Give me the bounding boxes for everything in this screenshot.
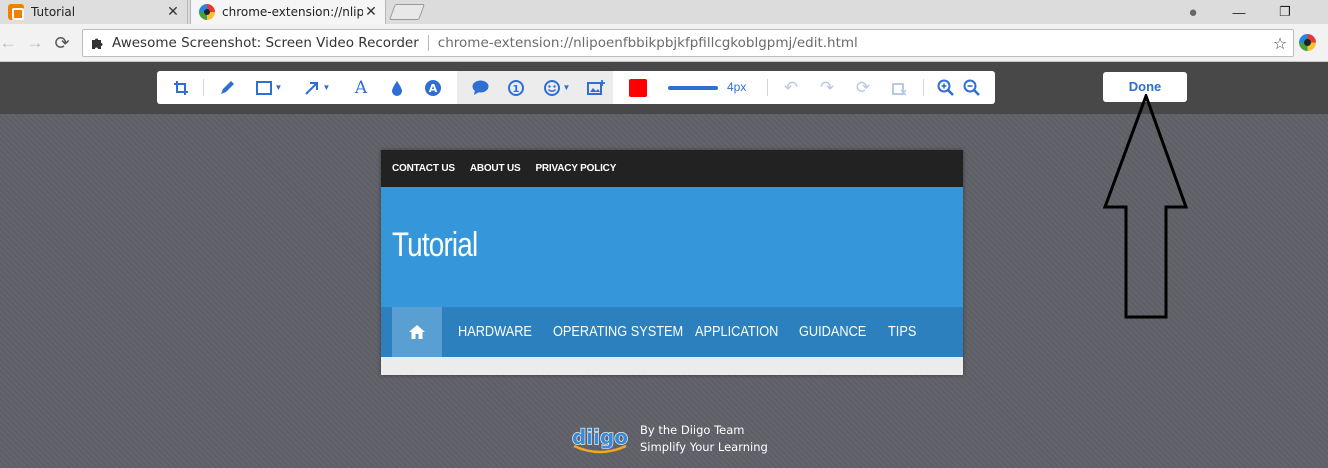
menu-item-tips: TIPS <box>888 323 917 340</box>
text-icon[interactable]: A <box>349 71 373 104</box>
awesome-screenshot-extension-icon[interactable] <box>1299 34 1316 51</box>
blog-header: Tutorial <box>381 187 963 307</box>
annotation-toolbar: ▼ ▼ A A 1 ▼ 4px ↶ ↷ ⟳ <box>157 71 995 104</box>
address-bar[interactable]: Awesome Screenshot: Screen Video Recorde… <box>82 29 1294 57</box>
tab-title: chrome-extension://nlipoenfbbikpbjkfpfil… <box>222 5 363 19</box>
url-text[interactable]: chrome-extension://nlipoenfbbikpbjkfpfil… <box>438 35 1269 51</box>
menu-item-operating-system: OPERATING SYSTEM <box>553 323 684 340</box>
arrow-icon[interactable]: ▼ <box>299 71 335 104</box>
line-width-slider[interactable] <box>668 86 718 90</box>
close-icon[interactable]: ✕ <box>363 4 379 20</box>
svg-text:diigo: diigo <box>572 425 628 449</box>
divider <box>767 79 768 96</box>
profile-icon[interactable]: ● <box>1170 0 1216 24</box>
line-width-label: 4px <box>727 80 747 94</box>
new-tab-button[interactable] <box>389 4 425 20</box>
svg-text:A: A <box>429 82 438 95</box>
home-icon <box>392 307 442 357</box>
divider <box>203 79 204 96</box>
zoom-in-icon[interactable] <box>933 71 957 104</box>
svg-text:1: 1 <box>513 84 520 95</box>
top-link-about: ABOUT US <box>469 163 521 174</box>
speech-bubble-icon[interactable] <box>467 71 493 104</box>
tab-tutorial[interactable]: Tutorial ✕ <box>0 0 188 24</box>
clear-icon[interactable] <box>887 71 911 104</box>
diigo-logo: diigo <box>572 424 628 454</box>
redo-icon[interactable]: ↷ <box>815 71 839 104</box>
emoji-icon[interactable]: ▼ <box>539 71 575 104</box>
browser-toolbar: ← → ⟳ Awesome Screenshot: Screen Video R… <box>0 24 1328 62</box>
blur-icon[interactable] <box>385 71 409 104</box>
blog-title: Tutorial <box>392 226 478 264</box>
image-insert-icon[interactable] <box>583 71 609 104</box>
pen-icon[interactable] <box>215 71 239 104</box>
restore-button[interactable]: ❐ <box>1262 0 1308 24</box>
diigo-line-1: By the Diigo Team <box>640 423 745 437</box>
menu-item-guidance: GUIDANCE <box>799 323 867 340</box>
awesome-screenshot-icon <box>199 4 215 20</box>
back-button[interactable]: ← <box>0 33 18 53</box>
blog-top-nav: CONTACT US ABOUT US PRIVACY POLICY <box>381 150 963 187</box>
tab-strip: Tutorial ✕ chrome-extension://nlipoenfbb… <box>0 0 1328 24</box>
highlight-text-icon[interactable]: A <box>421 71 445 104</box>
annotation-arrow <box>1102 94 1189 319</box>
zoom-out-icon[interactable] <box>959 71 983 104</box>
color-picker[interactable] <box>629 79 647 97</box>
top-link-privacy: PRIVACY POLICY <box>535 163 617 174</box>
tab-editor[interactable]: chrome-extension://nlipoenfbbikpbjkfpfil… <box>190 0 386 24</box>
blogger-icon <box>8 4 24 20</box>
reset-icon[interactable]: ⟳ <box>851 71 875 104</box>
divider <box>427 35 429 51</box>
puzzle-icon <box>91 36 105 50</box>
rectangle-icon[interactable]: ▼ <box>251 71 287 104</box>
tab-title: Tutorial <box>31 5 76 19</box>
menu-item-application: APPLICATION <box>695 323 779 340</box>
undo-icon[interactable]: ↶ <box>779 71 803 104</box>
bookmark-star-icon[interactable]: ☆ <box>1269 34 1291 53</box>
step-number-icon[interactable]: 1 <box>503 71 529 104</box>
menu-item-hardware: HARDWARE <box>458 323 532 340</box>
reload-button[interactable]: ⟳ <box>52 33 72 53</box>
close-icon[interactable]: ✕ <box>165 4 181 20</box>
diigo-line-2: Simplify Your Learning <box>640 440 768 454</box>
minimize-button[interactable]: — <box>1216 0 1262 24</box>
site-name: Awesome Screenshot: Screen Video Recorde… <box>112 35 419 51</box>
divider <box>923 79 924 96</box>
blog-menu: HARDWARE OPERATING SYSTEM APPLICATION GU… <box>381 307 963 357</box>
captured-screenshot[interactable]: CONTACT US ABOUT US PRIVACY POLICY Tutor… <box>381 150 963 375</box>
top-link-contact: CONTACT US <box>392 163 455 174</box>
forward-button[interactable]: → <box>25 33 45 53</box>
diigo-tagline: By the Diigo Team Simplify Your Learning <box>640 422 768 456</box>
crop-icon[interactable] <box>169 71 193 104</box>
